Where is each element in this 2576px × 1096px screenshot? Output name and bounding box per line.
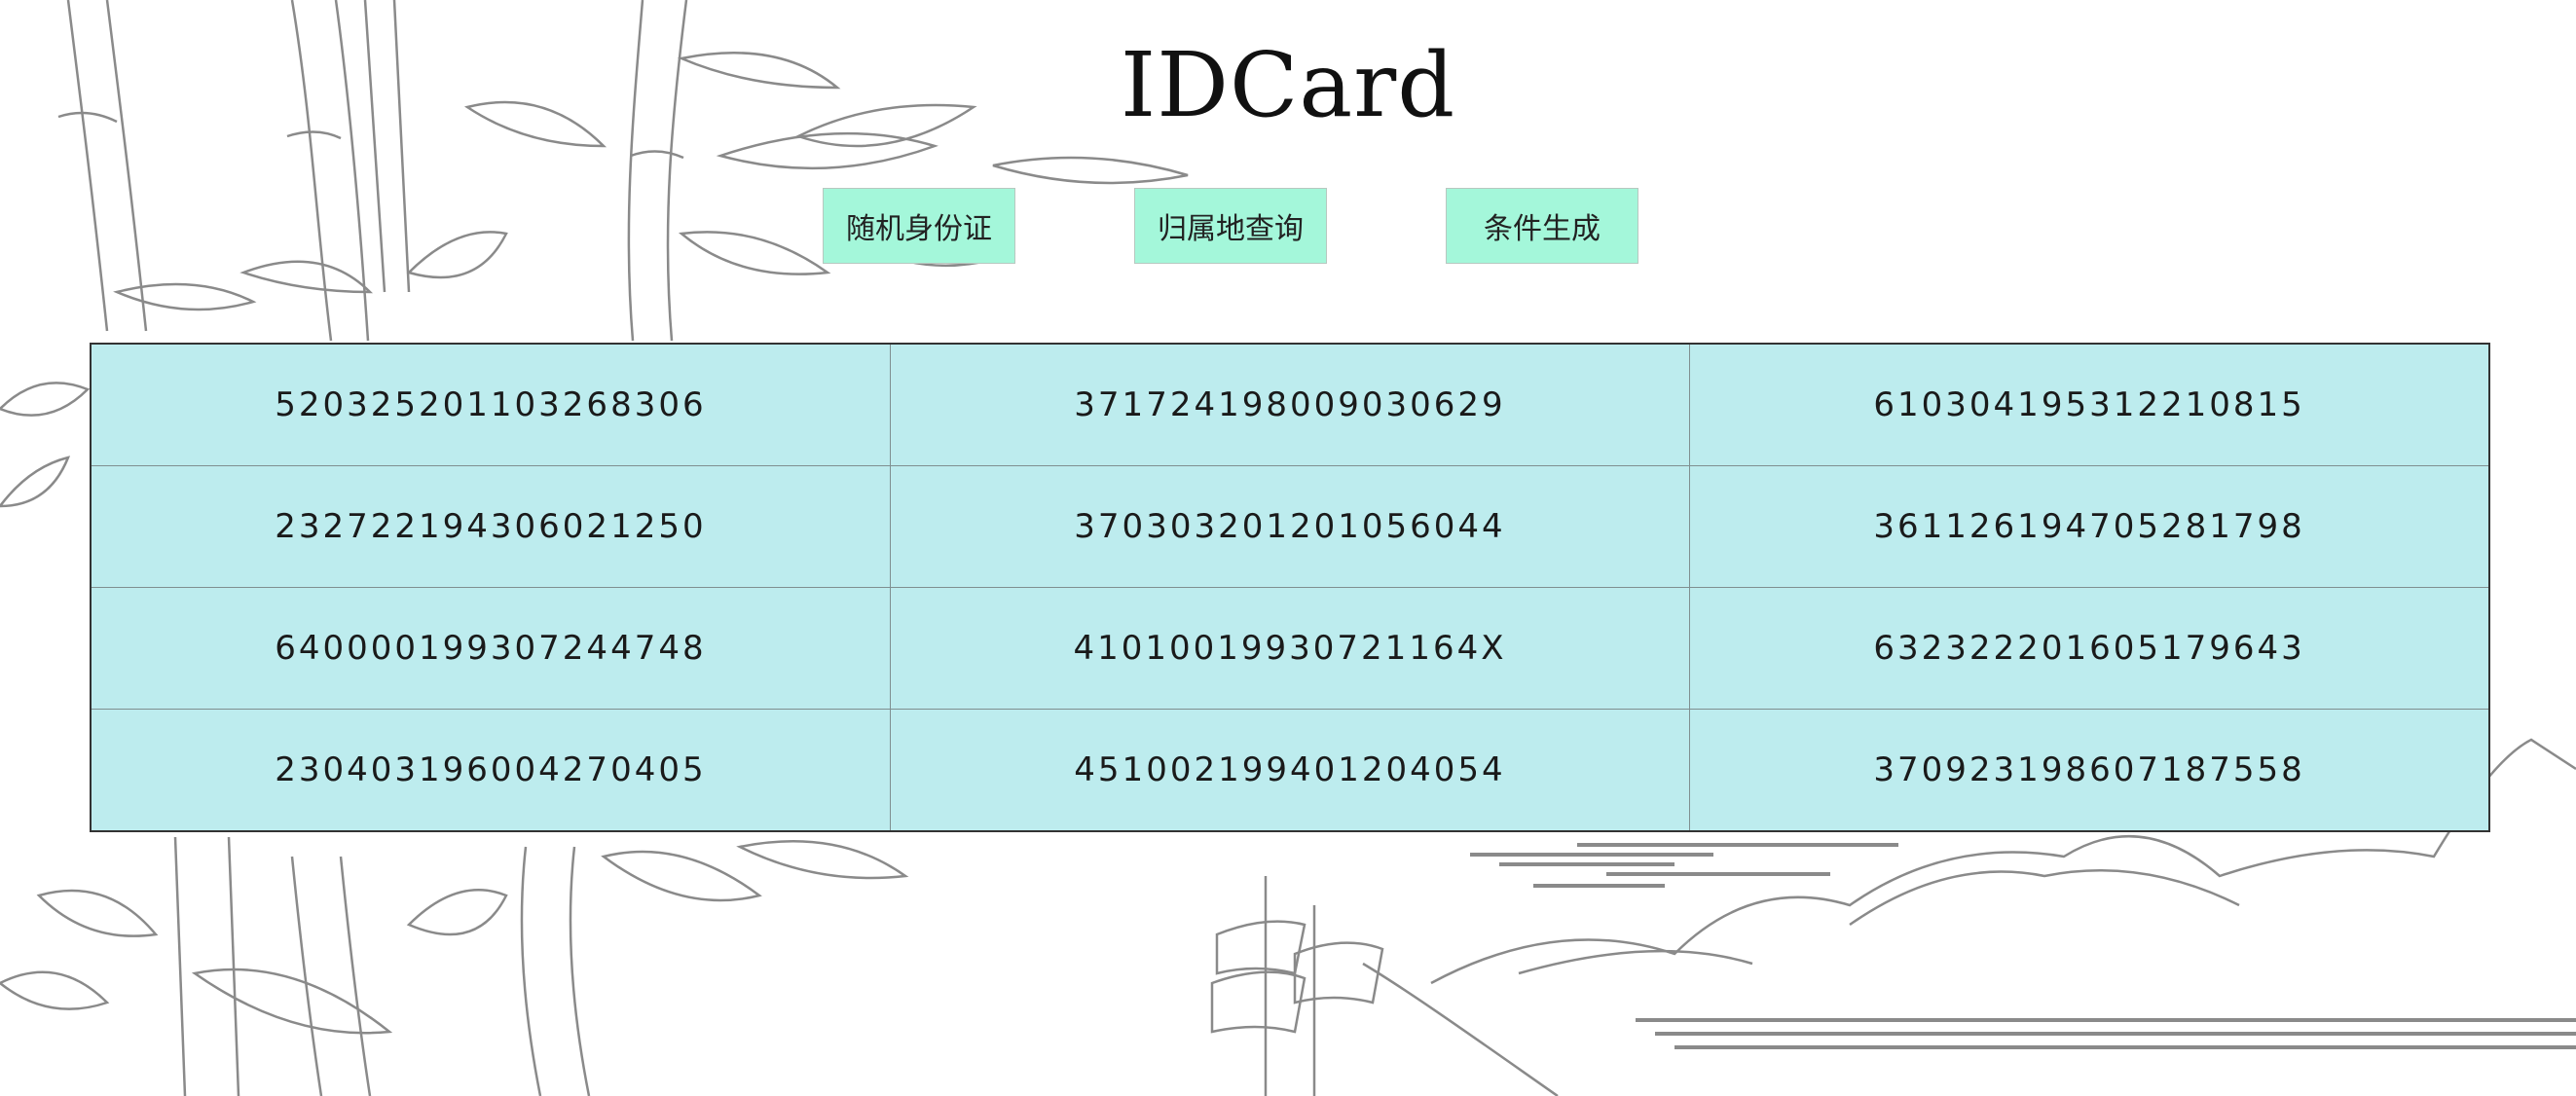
id-number-cell: 610304195312210815: [1689, 343, 2490, 466]
id-number-cell: 370923198607187558: [1689, 709, 2490, 832]
table-row: 640000199307244748 41010019930721164X 63…: [90, 587, 2490, 710]
id-number-cell: 232722194306021250: [90, 465, 891, 588]
table-row: 230403196004270405 451002199401204054 37…: [90, 709, 2490, 832]
id-number-cell: 640000199307244748: [90, 587, 891, 710]
table-row: 520325201103268306 371724198009030629 61…: [90, 343, 2490, 466]
id-number-cell: 451002199401204054: [889, 709, 1691, 832]
id-number-cell: 361126194705281798: [1689, 465, 2490, 588]
id-number-cell: 632322201605179643: [1689, 587, 2490, 710]
region-lookup-button[interactable]: 归属地查询: [1134, 188, 1327, 264]
id-number-cell: 371724198009030629: [889, 343, 1691, 466]
id-number-cell: 520325201103268306: [90, 343, 891, 466]
id-number-cell: 370303201201056044: [889, 465, 1691, 588]
id-number-cell: 230403196004270405: [90, 709, 891, 832]
id-number-cell: 41010019930721164X: [889, 587, 1691, 710]
table-row: 232722194306021250 370303201201056044 36…: [90, 465, 2490, 588]
conditional-generate-button[interactable]: 条件生成: [1446, 188, 1638, 264]
page-title: IDCard: [1120, 33, 1456, 137]
random-id-button[interactable]: 随机身份证: [823, 188, 1015, 264]
id-number-table: 520325201103268306 371724198009030629 61…: [90, 343, 2490, 832]
